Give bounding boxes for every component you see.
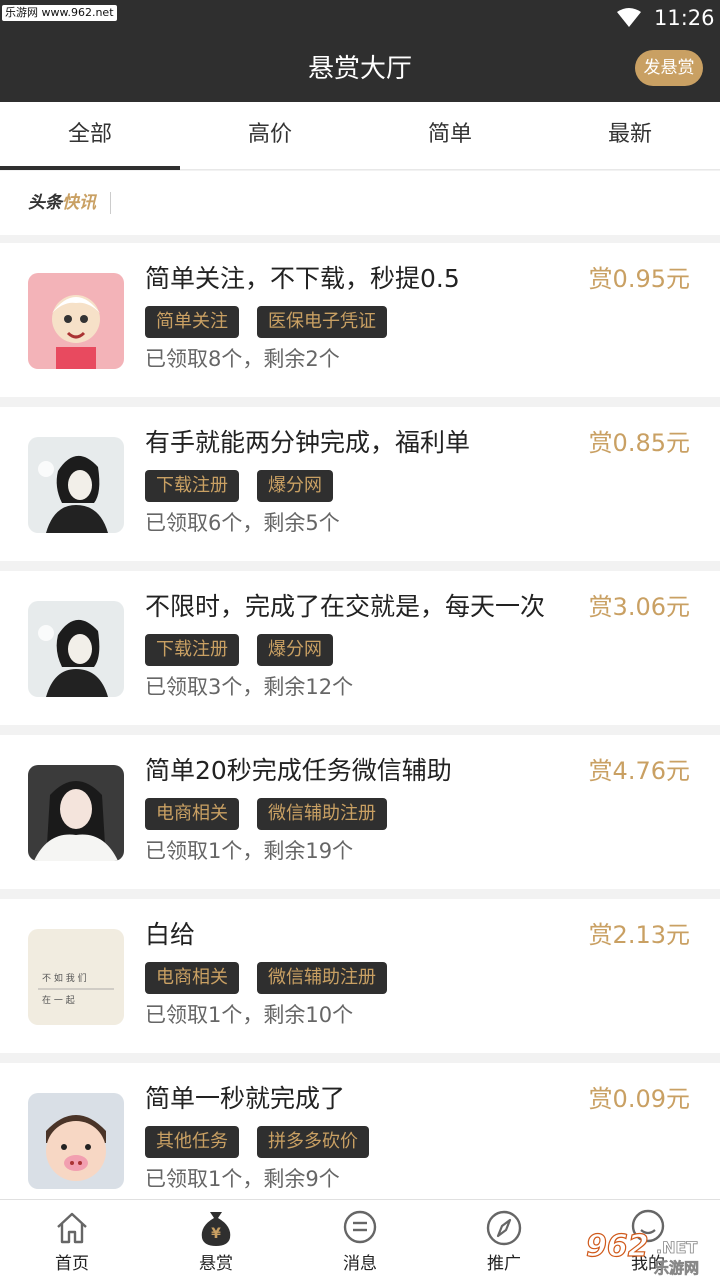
task-title: 有手就能两分钟完成，福利单 — [145, 428, 471, 457]
compass-icon — [486, 1210, 522, 1246]
reward-amount: 赏0.95元 — [588, 265, 690, 293]
task-progress: 已领取6个，剩余5个 — [145, 511, 340, 535]
reward-amount: 赏0.85元 — [588, 429, 690, 457]
avatar — [28, 1093, 124, 1189]
task-card[interactable]: 简单关注，不下载，秒提0.5 赏0.95元 简单关注 医保电子凭证 已领取8个，… — [0, 243, 720, 397]
tab-high-price[interactable]: 高价 — [180, 102, 360, 170]
app-header: 悬赏大厅 发悬赏 — [0, 36, 720, 102]
news-label-part2: 快讯 — [62, 193, 96, 213]
task-tag: 电商相关 — [145, 798, 239, 830]
task-title: 白给 — [145, 920, 196, 949]
avatar: 不 如 我 们在 一 起 — [28, 929, 124, 1025]
task-tag: 爆分网 — [257, 634, 333, 666]
tab-newest[interactable]: 最新 — [540, 102, 720, 170]
reward-amount: 赏0.09元 — [588, 1085, 690, 1113]
nav-reward[interactable]: ¥ 悬赏 — [144, 1200, 288, 1280]
nav-label: 消息 — [343, 1254, 377, 1274]
filter-tabs: 全部 高价 简单 最新 — [0, 102, 720, 170]
avatar — [28, 273, 124, 369]
task-title: 不限时，完成了在交就是，每天一次 — [145, 592, 546, 621]
task-tag: 下载注册 — [145, 634, 239, 666]
tag-list: 下载注册 爆分网 — [145, 634, 333, 666]
task-progress: 已领取1个，剩余10个 — [145, 1003, 354, 1027]
nav-home[interactable]: 首页 — [0, 1200, 144, 1280]
task-tag: 微信辅助注册 — [257, 798, 387, 830]
news-label-part1: 头条 — [28, 193, 62, 213]
message-icon — [343, 1210, 377, 1244]
tag-list: 简单关注 医保电子凭证 — [145, 306, 387, 338]
task-tag: 其他任务 — [145, 1126, 239, 1158]
task-title: 简单关注，不下载，秒提0.5 — [145, 264, 460, 293]
task-tag: 下载注册 — [145, 470, 239, 502]
news-label: 头条快讯 — [28, 192, 96, 214]
task-card[interactable]: 简单一秒就完成了 赏0.09元 其他任务 拼多多砍价 已领取1个，剩余9个 — [0, 1063, 720, 1217]
tab-all[interactable]: 全部 — [0, 102, 180, 170]
home-icon — [57, 1212, 87, 1244]
task-card[interactable]: 有手就能两分钟完成，福利单 赏0.85元 下载注册 爆分网 已领取6个，剩余5个 — [0, 407, 720, 561]
status-bar: 乐游网 www.962.net 11:26 — [0, 0, 720, 36]
watermark-net: .NET — [656, 1238, 698, 1258]
reward-amount: 赏2.13元 — [588, 921, 690, 949]
task-progress: 已领取3个，剩余12个 — [145, 675, 354, 699]
post-reward-button[interactable]: 发悬赏 — [635, 50, 703, 86]
task-card[interactable]: 简单20秒完成任务微信辅助 赏4.76元 电商相关 微信辅助注册 已领取1个，剩… — [0, 735, 720, 889]
task-progress: 已领取8个，剩余2个 — [145, 347, 340, 371]
task-progress: 已领取1个，剩余19个 — [145, 839, 354, 863]
avatar — [28, 437, 124, 533]
page-title: 悬赏大厅 — [307, 54, 412, 84]
nav-label: 悬赏 — [199, 1254, 233, 1274]
nav-promote[interactable]: 推广 — [432, 1200, 576, 1280]
task-tag: 拼多多砍价 — [257, 1126, 369, 1158]
nav-label: 推广 — [487, 1254, 521, 1274]
task-tag: 微信辅助注册 — [257, 962, 387, 994]
task-progress: 已领取1个，剩余9个 — [145, 1167, 340, 1191]
watermark-number: 962 — [585, 1229, 649, 1264]
task-tag: 医保电子凭证 — [257, 306, 387, 338]
news-ticker[interactable]: 头条快讯 — [0, 171, 720, 235]
nav-messages[interactable]: 消息 — [288, 1200, 432, 1280]
avatar — [28, 601, 124, 697]
corner-watermark: 962 .NET 乐游网 — [585, 1229, 716, 1278]
avatar — [28, 765, 124, 861]
wifi-icon — [617, 8, 641, 27]
task-tag: 电商相关 — [145, 962, 239, 994]
task-title: 简单一秒就完成了 — [145, 1084, 346, 1113]
reward-amount: 赏4.76元 — [588, 757, 690, 785]
tag-list: 下载注册 爆分网 — [145, 470, 333, 502]
reward-amount: 赏3.06元 — [588, 593, 690, 621]
svg-text:¥: ¥ — [211, 1226, 221, 1242]
money-bag-icon: ¥ — [201, 1212, 231, 1246]
site-watermark: 乐游网 www.962.net — [2, 5, 117, 21]
task-card[interactable]: 不限时，完成了在交就是，每天一次 赏3.06元 下载注册 爆分网 已领取3个，剩… — [0, 571, 720, 725]
task-tag: 爆分网 — [257, 470, 333, 502]
divider — [110, 192, 111, 214]
task-card[interactable]: 不 如 我 们在 一 起 白给 赏2.13元 电商相关 微信辅助注册 已领取1个… — [0, 899, 720, 1053]
tab-simple[interactable]: 简单 — [360, 102, 540, 170]
tag-list: 电商相关 微信辅助注册 — [145, 962, 387, 994]
task-title: 简单20秒完成任务微信辅助 — [145, 756, 452, 785]
task-tag: 简单关注 — [145, 306, 239, 338]
avatar-text-line2: 在 一 起 — [42, 994, 75, 1006]
nav-label: 首页 — [55, 1254, 89, 1274]
tag-list: 其他任务 拼多多砍价 — [145, 1126, 369, 1158]
clock: 11:26 — [654, 6, 715, 30]
avatar-text-line1: 不 如 我 们 — [42, 972, 87, 984]
watermark-cn: 乐游网 — [654, 1259, 700, 1278]
tag-list: 电商相关 微信辅助注册 — [145, 798, 387, 830]
